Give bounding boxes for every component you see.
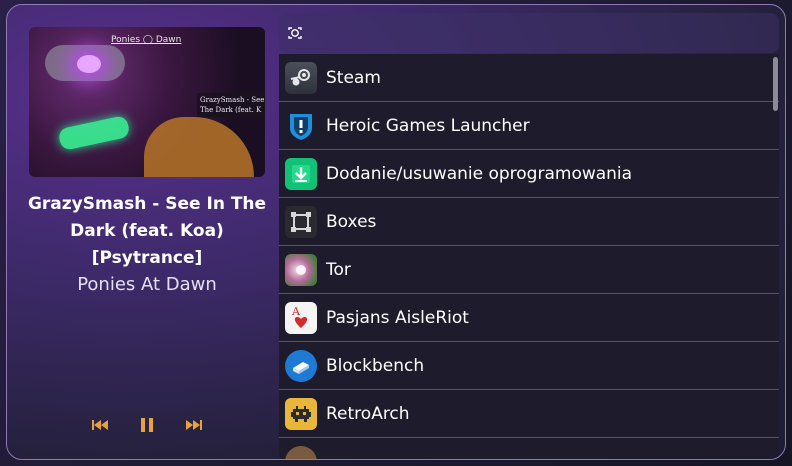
blockbench-icon — [285, 349, 317, 382]
track-title: GrazySmash - See In The Dark (feat. Koa)… — [27, 194, 267, 268]
skip-previous-icon — [92, 420, 108, 430]
search-input[interactable] — [311, 19, 755, 49]
skip-next-icon — [186, 420, 202, 430]
playback-controls — [87, 413, 207, 437]
app-label: Steam — [326, 67, 381, 88]
list-scrollbar[interactable] — [773, 57, 778, 111]
app-label: Boxes — [326, 211, 377, 232]
app-label: Pasjans AisleRiot — [326, 307, 469, 328]
list-item-aisleriot[interactable]: A Pasjans AisleRiot — [279, 294, 779, 342]
list-item-tor[interactable]: Tor — [279, 246, 779, 294]
app-list: Steam Heroic Games Launcher Dodanie/usuw… — [279, 54, 779, 459]
heroic-icon — [285, 110, 317, 142]
app-label: Heroic Games Launcher — [326, 115, 530, 136]
list-item-blockbench[interactable]: Blockbench — [279, 342, 779, 390]
search-icon — [288, 27, 302, 39]
list-item-steam[interactable]: Steam — [279, 54, 779, 102]
boxes-icon — [285, 205, 317, 238]
app-label: Tor — [326, 259, 351, 280]
pause-icon — [141, 418, 153, 432]
album-art: Ponies ◯ Dawn GrazySmash - See The Dark … — [29, 27, 265, 177]
list-item-retroarch[interactable]: RetroArch — [279, 390, 779, 438]
album-art-logo: Ponies ◯ Dawn — [111, 35, 182, 45]
app-label: Blockbench — [326, 355, 425, 376]
list-item-boxes[interactable]: Boxes — [279, 198, 779, 246]
previous-track-button[interactable] — [87, 413, 115, 437]
list-item-partial[interactable] — [279, 438, 779, 459]
list-item-software[interactable]: Dodanie/usuwanie oprogramowania — [279, 150, 779, 198]
software-center-icon — [285, 157, 317, 190]
pause-button[interactable] — [133, 413, 161, 437]
app-icon — [285, 445, 317, 459]
search-bar[interactable] — [279, 13, 779, 53]
retroarch-icon — [285, 397, 317, 430]
steam-icon — [285, 61, 317, 94]
app-label: Dodanie/usuwanie oprogramowania — [326, 163, 633, 184]
next-track-button[interactable] — [179, 413, 207, 437]
list-item-heroic[interactable]: Heroic Games Launcher — [279, 102, 779, 150]
tor-icon — [285, 253, 317, 286]
album-art-caption: GrazySmash - See The Dark (feat. K — [197, 93, 265, 117]
aisleriot-icon: A — [285, 301, 317, 334]
app-label: RetroArch — [326, 403, 410, 424]
track-artist: Ponies At Dawn — [77, 274, 217, 295]
svg-text:A: A — [291, 305, 301, 318]
media-launcher-panel: Ponies ◯ Dawn GrazySmash - See The Dark … — [6, 4, 786, 460]
